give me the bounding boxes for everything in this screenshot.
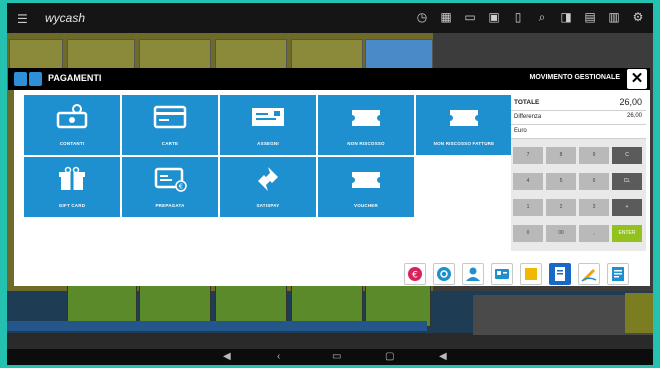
ticket-icon bbox=[450, 110, 478, 126]
payment-method-prepaid[interactable]: € PREPAGATA bbox=[122, 157, 218, 217]
key-4[interactable]: 4 bbox=[513, 173, 543, 190]
currency-label: Euro bbox=[514, 128, 527, 134]
android-nav-bar: ◀ ‹ ▭ ▢ ◀ bbox=[7, 349, 653, 365]
clock-icon[interactable]: ◷ bbox=[415, 10, 429, 24]
payments-modal-header: PAGAMENTI MOVIMENTO GESTIONALE ✕ bbox=[8, 68, 650, 90]
signature-button[interactable] bbox=[578, 263, 600, 285]
payment-method-cheque[interactable]: ASSEGNI bbox=[220, 95, 316, 155]
payments-modal: CONTANTI CARTE ASSEGNI NON RISCOSSO NON … bbox=[14, 90, 650, 286]
lock-icon[interactable]: ▣ bbox=[487, 10, 501, 24]
payment-method-cash[interactable]: CONTANTI bbox=[24, 95, 120, 155]
calendar-icon[interactable]: ▤ bbox=[583, 10, 597, 24]
receipt-button[interactable] bbox=[549, 263, 571, 285]
total-label: TOTALE bbox=[514, 99, 540, 106]
coin-button[interactable] bbox=[433, 263, 455, 285]
sticky-note-icon bbox=[525, 268, 537, 280]
key-plus[interactable]: + bbox=[612, 199, 642, 216]
payment-method-not-collected[interactable]: NON RISCOSSO bbox=[318, 95, 414, 155]
movement-title: MOVIMENTO GESTIONALE bbox=[529, 74, 621, 81]
payment-method-card[interactable]: CARTE bbox=[122, 95, 218, 155]
svg-text:€: € bbox=[412, 271, 418, 281]
payment-method-voucher[interactable]: VOUCHER bbox=[318, 157, 414, 217]
printer-icon[interactable]: ▥ bbox=[607, 10, 621, 24]
search-icon[interactable]: ⌕ bbox=[535, 10, 549, 24]
key-00[interactable]: 00 bbox=[546, 225, 576, 242]
invoice-button[interactable] bbox=[607, 263, 629, 285]
pen-icon bbox=[581, 269, 597, 282]
home-icon[interactable]: ▭ bbox=[332, 351, 341, 362]
document-icon[interactable]: ▯ bbox=[511, 10, 525, 24]
cash-icon bbox=[56, 104, 88, 129]
key-6[interactable]: 6 bbox=[579, 173, 609, 190]
currency-row[interactable]: Euro bbox=[511, 125, 646, 139]
payment-method-label: GIFT CARD bbox=[58, 203, 86, 208]
tag-icon[interactable]: ◨ bbox=[559, 10, 573, 24]
recents-icon[interactable]: ▢ bbox=[385, 351, 394, 362]
key-comma[interactable]: , bbox=[579, 225, 609, 242]
volume-down-icon[interactable]: ◀ bbox=[223, 351, 231, 362]
grid-icon[interactable]: ▦ bbox=[439, 10, 453, 24]
app-logo-icon bbox=[29, 72, 42, 86]
cheque-icon bbox=[252, 108, 284, 126]
total-value: 26,00 bbox=[619, 97, 642, 107]
payment-method-label: ASSEGNI bbox=[257, 141, 279, 146]
svg-text:€: € bbox=[179, 183, 183, 191]
payment-method-not-collected-invoices[interactable]: NON RISCOSSO FATTURE bbox=[416, 95, 512, 155]
key-7[interactable]: 7 bbox=[513, 147, 543, 164]
key-3[interactable]: 3 bbox=[579, 199, 609, 216]
card-icon bbox=[153, 105, 187, 129]
modal-title: PAGAMENTI bbox=[48, 73, 102, 83]
app-brand: wycash bbox=[45, 11, 86, 25]
note-button[interactable] bbox=[520, 263, 542, 285]
payment-method-label: SATISPAY bbox=[256, 203, 280, 208]
difference-label: Differenza bbox=[514, 114, 542, 120]
user-icon bbox=[466, 267, 480, 281]
key-clear[interactable]: C bbox=[612, 147, 642, 164]
payment-method-label: NON RISCOSSO FATTURE bbox=[433, 141, 495, 146]
difference-row: Differenza 26,00 bbox=[511, 111, 646, 125]
total-row: TOTALE 26,00 bbox=[511, 95, 646, 111]
id-card-icon bbox=[495, 269, 509, 279]
key-2[interactable]: 2 bbox=[546, 199, 576, 216]
volume-up-icon[interactable]: ◀ bbox=[439, 351, 447, 362]
satispay-icon bbox=[258, 167, 278, 191]
background-button bbox=[625, 293, 653, 333]
invoice-icon bbox=[612, 267, 624, 281]
ticket-icon bbox=[352, 110, 380, 126]
customer-card-button[interactable] bbox=[491, 263, 513, 285]
payment-method-label: CARTE bbox=[161, 141, 179, 146]
prepaid-card-icon: € bbox=[154, 167, 187, 192]
key-1[interactable]: 1 bbox=[513, 199, 543, 216]
key-enter[interactable]: ENTER bbox=[612, 225, 642, 242]
settings-icon[interactable]: ⚙ bbox=[631, 10, 645, 24]
totals-panel: TOTALE 26,00 Differenza 26,00 Euro 7 8 9… bbox=[511, 95, 646, 251]
top-app-bar: ☰ wycash ◷ ▦ ▭ ▣ ▯ ⌕ ◨ ▤ ▥ ⚙ bbox=[7, 3, 653, 33]
payment-method-label: NON RISCOSSO bbox=[347, 141, 385, 146]
payment-method-satispay[interactable]: SATISPAY bbox=[220, 157, 316, 217]
euro-coin-button[interactable]: € bbox=[404, 263, 426, 285]
payment-method-label: VOUCHER bbox=[354, 203, 378, 208]
coin-icon bbox=[437, 267, 451, 281]
card-icon[interactable]: ▭ bbox=[463, 10, 477, 24]
back-icon[interactable]: ‹ bbox=[277, 351, 280, 362]
key-5[interactable]: 5 bbox=[546, 173, 576, 190]
hamburger-menu-icon[interactable]: ☰ bbox=[17, 12, 28, 26]
ticket-icon bbox=[352, 172, 380, 188]
difference-value: 26,00 bbox=[626, 113, 642, 119]
app-logo-icon bbox=[14, 72, 27, 86]
toolbar-icons: ◷ ▦ ▭ ▣ ▯ ⌕ ◨ ▤ ▥ ⚙ bbox=[415, 10, 645, 24]
gift-icon bbox=[59, 166, 85, 190]
receipt-icon bbox=[555, 267, 565, 281]
payment-method-label: PREPAGATA bbox=[155, 203, 185, 208]
customer-button[interactable] bbox=[462, 263, 484, 285]
key-9[interactable]: 9 bbox=[579, 147, 609, 164]
payment-method-label: CONTANTI bbox=[59, 141, 85, 146]
key-clear-line[interactable]: CL bbox=[612, 173, 642, 190]
key-8[interactable]: 8 bbox=[546, 147, 576, 164]
key-0[interactable]: 0 bbox=[513, 225, 543, 242]
close-button[interactable]: ✕ bbox=[627, 69, 647, 89]
background-category-tabs bbox=[7, 321, 427, 331]
payment-method-gift-card[interactable]: GIFT CARD bbox=[24, 157, 120, 217]
euro-icon: € bbox=[408, 267, 422, 281]
